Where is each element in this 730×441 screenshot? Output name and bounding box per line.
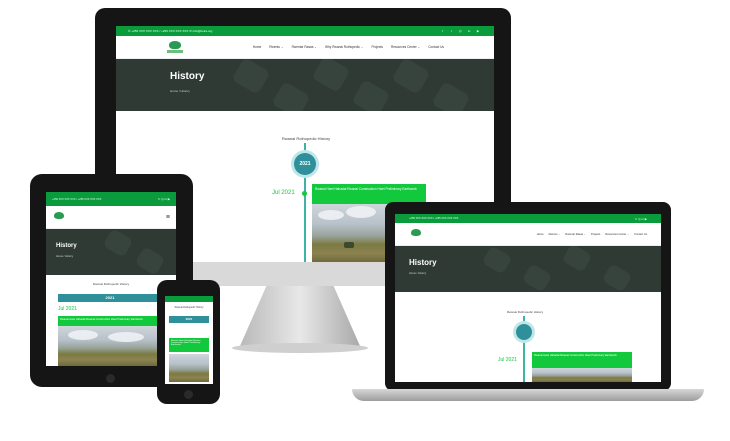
phone-home-button: [184, 390, 193, 399]
page-title: History: [170, 71, 205, 82]
laptop-social-links: f t ◎ in ▶: [634, 216, 647, 221]
tablet-entry-date: Jul 2021: [58, 306, 77, 312]
tablet-social-links: f t ◎ in ▶: [157, 197, 170, 201]
year-badge: 2021: [294, 153, 316, 175]
instagram-icon[interactable]: ◎: [456, 29, 464, 33]
laptop-entry-card: Rwanai Hwei Hahadai Rwanai Construction …: [532, 352, 632, 368]
logo-base: [167, 50, 183, 53]
menu-item-resources[interactable]: Resources Center ⌄: [391, 45, 420, 49]
laptop-menu-contact[interactable]: Contact Us: [634, 233, 647, 236]
laptop-menu-home[interactable]: Home: [537, 233, 544, 236]
tablet-breadcrumb: Home / History: [56, 255, 74, 258]
tablet-entry-card: Rwanai Hwei Hahadai Rwanai Construction …: [58, 316, 162, 326]
laptop-timeline-heading: Rwanai Rothopedic History: [506, 310, 544, 314]
facebook-icon[interactable]: f: [439, 29, 447, 33]
tablet-home-button: [106, 374, 115, 383]
tablet-entry-photo: [58, 326, 162, 366]
menu-item-projects[interactable]: Projects: [371, 45, 383, 49]
linkedin-icon[interactable]: in: [465, 29, 473, 33]
tablet-nav: ≡: [46, 206, 176, 229]
laptop-breadcrumb: Home / History: [409, 272, 427, 275]
menu-item-1[interactable]: Rwentu ⌄: [269, 45, 283, 49]
phone-topbar: [165, 296, 213, 302]
tablet-logo[interactable]: [52, 211, 66, 223]
laptop-menu-2[interactable]: Rwentar Rasas ⌄: [565, 233, 586, 236]
menu-item-contact[interactable]: Contact Us: [428, 45, 444, 49]
youtube-icon[interactable]: ▶: [474, 29, 482, 33]
breadcrumb: Home / History: [170, 89, 190, 93]
logo-tree-icon: [169, 41, 181, 49]
laptop-topbar: +256 XXX XXX XXX / +256 XXX XXX XXX f t …: [395, 214, 661, 223]
twitter-icon[interactable]: t: [447, 29, 455, 33]
menu-item-2[interactable]: Rwentar Rasas ⌄: [292, 45, 317, 49]
tablet-topbar: +256 XXX XXX XXX / +256 XXX XXX XXX f t …: [46, 192, 176, 206]
laptop-menu-resources[interactable]: Resources Center ⌄: [605, 233, 629, 236]
entry-date: Jul 2021: [272, 190, 295, 196]
phone-entry-card: Rwanai Hwei Hahadai Rwanai Construction …: [169, 338, 209, 352]
topbar: ✆ +256 XXX XXX XXX / +256 XXX XXX XXX ✉ …: [116, 26, 494, 36]
timeline-entry-card: Rwanai Hwei Hahadai Rwanai Construction …: [312, 184, 426, 204]
tablet-page-title: History: [56, 243, 77, 249]
monitor-stand-base: [232, 343, 368, 353]
laptop-page-title: History: [409, 258, 437, 267]
timeline-heading: Rwanai Rothopedic History: [281, 136, 331, 141]
laptop-entry-date: Jul 2021: [498, 357, 517, 363]
topbar-contact: ✆ +256 XXX XXX XXX / +256 XXX XXX XXX ✉ …: [128, 29, 212, 33]
monitor-stand: [240, 286, 360, 346]
main-nav: Home Rwentu ⌄ Rwentar Rasas ⌄ Why Rwanai…: [116, 36, 494, 59]
laptop-logo[interactable]: [409, 228, 423, 240]
tablet-hero: History Home / History: [46, 229, 176, 275]
topbar-email: info@beira.org: [192, 29, 213, 33]
menu-items: Home Rwentu ⌄ Rwentar Rasas ⌄ Why Rwanai…: [253, 45, 444, 49]
menu-item-3[interactable]: Why Rwanai Rothopedic ⌄: [325, 45, 363, 49]
phone-screen: Rwanai Rothopedic History 2021 Rwanai Hw…: [165, 296, 213, 384]
tablet-topbar-phone: +256 XXX XXX XXX / +256 XXX XXX XXX: [52, 197, 102, 201]
laptop-topbar-phone: +256 XXX XXX XXX / +256 XXX XXX XXX: [409, 217, 459, 220]
page-hero: History Home / History: [116, 59, 494, 111]
laptop-hero: History Home / History: [395, 246, 661, 292]
menu-item-home[interactable]: Home: [253, 45, 262, 49]
phone-timeline-heading: Rwanai Rothopedic History: [174, 306, 204, 309]
laptop-base: [352, 389, 704, 401]
laptop-menu-1[interactable]: Rwentu ⌄: [549, 233, 561, 236]
tablet-year-bar: 2021: [58, 294, 162, 302]
laptop-menu-projects[interactable]: Projects: [591, 233, 600, 236]
menu-icon[interactable]: ≡: [166, 214, 170, 221]
phone-year-bar: 2021: [169, 316, 209, 323]
laptop-menu: Home Rwentu ⌄ Rwentar Rasas ⌄ Projects R…: [537, 233, 647, 236]
site-logo[interactable]: [166, 40, 184, 54]
timeline-dot: [302, 191, 307, 196]
topbar-phone: +256 XXX XXX XXX / +256 XXX XXX XXX: [131, 29, 189, 33]
laptop-nav: Home Rwentu ⌄ Rwentar Rasas ⌄ Projects R…: [395, 223, 661, 246]
laptop-entry-photo: [532, 368, 632, 382]
phone-entry-photo: [169, 354, 209, 382]
tablet-timeline-heading: Rwanai Rothopedic History: [92, 282, 130, 286]
laptop-year-badge: [516, 324, 532, 340]
laptop-screen: +256 XXX XXX XXX / +256 XXX XXX XXX f t …: [395, 214, 661, 382]
social-links: f t ◎ in ▶: [439, 29, 482, 33]
email-icon: ✉: [189, 29, 192, 33]
timeline-entry-photo: [312, 204, 388, 262]
